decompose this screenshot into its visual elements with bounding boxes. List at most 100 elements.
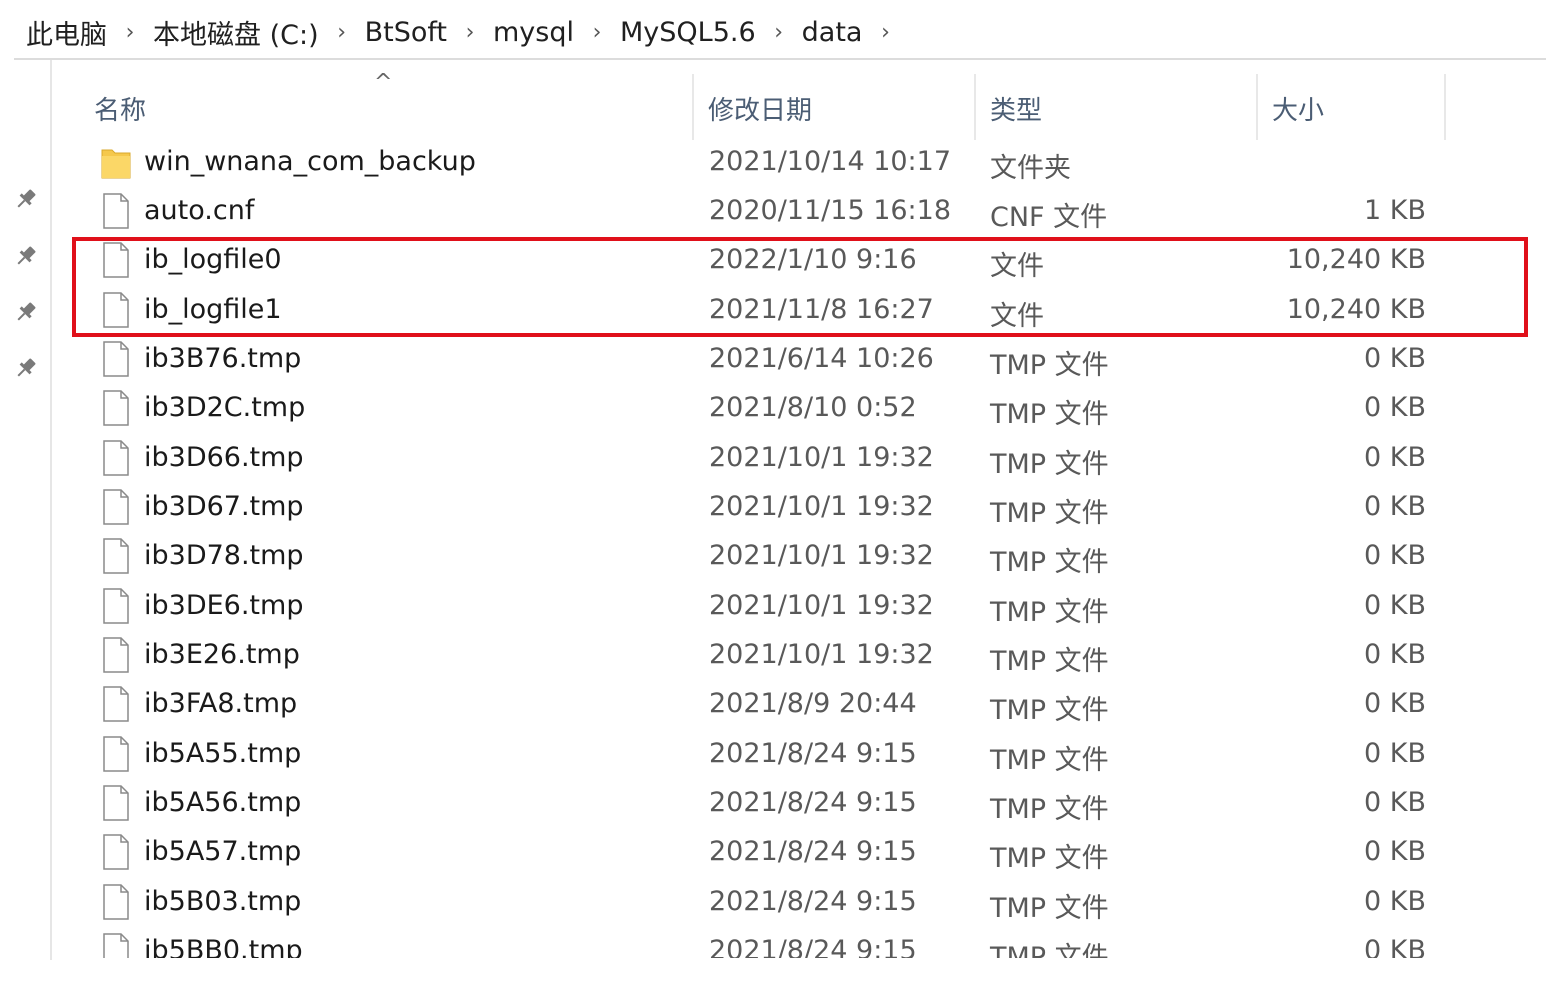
list-item[interactable]: ib_logfile1 2021/11/8 16:27 文件 10,240 KB — [52, 288, 1452, 337]
file-icon — [103, 538, 129, 574]
file-modified-date: 2021/8/24 9:15 — [709, 836, 917, 867]
list-item[interactable]: win_wnana_com_backup 2021/10/14 10:17 文件… — [52, 140, 1452, 189]
column-header-name[interactable]: 名称 — [94, 78, 674, 138]
file-modified-date: 2021/10/1 19:32 — [709, 491, 934, 522]
file-icon — [103, 341, 129, 377]
chevron-right-icon[interactable]: › — [874, 20, 896, 45]
column-divider[interactable] — [974, 74, 976, 140]
chevron-right-icon[interactable]: › — [119, 20, 141, 45]
column-header-type[interactable]: 类型 — [990, 78, 1250, 138]
file-modified-date: 2021/10/1 19:32 — [709, 590, 934, 621]
file-icon — [103, 588, 129, 624]
file-name: ib3D67.tmp — [144, 491, 304, 522]
file-type: 文件 — [990, 251, 1044, 282]
chevron-right-icon[interactable]: › — [331, 20, 353, 45]
breadcrumb-item-this-pc[interactable]: 此电脑 — [14, 12, 119, 52]
file-size: 0 KB — [1364, 639, 1426, 670]
file-size: 0 KB — [1364, 540, 1426, 571]
file-size: 0 KB — [1364, 442, 1426, 473]
file-size: 0 KB — [1364, 491, 1426, 522]
file-modified-date: 2021/8/10 0:52 — [709, 392, 917, 423]
list-item[interactable]: auto.cnf 2020/11/15 16:18 CNF 文件 1 KB — [52, 189, 1452, 238]
file-size: 1 KB — [1364, 195, 1426, 226]
file-list: win_wnana_com_backup 2021/10/14 10:17 文件… — [52, 140, 1546, 958]
breadcrumb-item-mysql56[interactable]: MySQL5.6 — [608, 12, 768, 52]
file-size: 0 KB — [1364, 836, 1426, 867]
list-item[interactable]: ib5BB0.tmp 2021/8/24 9:15 TMP 文件 0 KB — [52, 929, 1452, 958]
column-divider[interactable] — [1256, 74, 1258, 140]
column-divider[interactable] — [1444, 74, 1446, 140]
list-item[interactable]: ib5B03.tmp 2021/8/24 9:15 TMP 文件 0 KB — [52, 880, 1452, 929]
pin-icon[interactable] — [12, 354, 40, 382]
file-modified-date: 2021/8/9 20:44 — [709, 688, 917, 719]
breadcrumb-item-data[interactable]: data — [790, 12, 875, 52]
navigation-pane — [0, 60, 52, 960]
file-modified-date: 2021/6/14 10:26 — [709, 343, 934, 374]
file-name: ib5A57.tmp — [144, 836, 302, 867]
file-icon — [103, 785, 129, 821]
list-item[interactable]: ib3D78.tmp 2021/10/1 19:32 TMP 文件 0 KB — [52, 534, 1452, 583]
breadcrumb-item-btsoft[interactable]: BtSoft — [353, 12, 459, 52]
column-header-date[interactable]: 修改日期 — [708, 78, 968, 138]
file-name: ib_logfile1 — [144, 294, 282, 325]
list-item[interactable]: ib3D67.tmp 2021/10/1 19:32 TMP 文件 0 KB — [52, 485, 1452, 534]
file-type: 文件 — [990, 301, 1044, 332]
file-type: TMP 文件 — [990, 498, 1109, 529]
file-type: TMP 文件 — [990, 547, 1109, 578]
file-type: TMP 文件 — [990, 794, 1109, 825]
file-type: TMP 文件 — [990, 942, 1109, 958]
file-type: TMP 文件 — [990, 646, 1109, 677]
file-icon — [103, 193, 129, 229]
chevron-right-icon[interactable]: › — [459, 20, 481, 45]
chevron-right-icon[interactable]: › — [768, 20, 790, 45]
list-item[interactable]: ib5A55.tmp 2021/8/24 9:15 TMP 文件 0 KB — [52, 732, 1452, 781]
file-name: ib5B03.tmp — [144, 886, 302, 917]
file-icon — [103, 242, 129, 278]
breadcrumb-item-local-disk[interactable]: 本地磁盘 (C:) — [141, 12, 331, 52]
file-modified-date: 2021/8/24 9:15 — [709, 886, 917, 917]
list-item[interactable]: ib_logfile0 2022/1/10 9:16 文件 10,240 KB — [52, 238, 1452, 287]
list-item[interactable]: ib3FA8.tmp 2021/8/9 20:44 TMP 文件 0 KB — [52, 682, 1452, 731]
list-item[interactable]: ib3DE6.tmp 2021/10/1 19:32 TMP 文件 0 KB — [52, 584, 1452, 633]
file-modified-date: 2021/10/1 19:32 — [709, 639, 934, 670]
file-type: TMP 文件 — [990, 843, 1109, 874]
file-modified-date: 2021/8/24 9:15 — [709, 738, 917, 769]
file-size: 0 KB — [1364, 688, 1426, 719]
file-icon — [103, 637, 129, 673]
breadcrumb-item-mysql[interactable]: mysql — [481, 12, 586, 52]
pin-icon[interactable] — [12, 298, 40, 326]
file-explorer-window: 此电脑 › 本地磁盘 (C:) › BtSoft › mysql › MySQL… — [0, 0, 1546, 1002]
list-item[interactable]: ib3B76.tmp 2021/6/14 10:26 TMP 文件 0 KB — [52, 337, 1452, 386]
file-size: 0 KB — [1364, 343, 1426, 374]
breadcrumb: 此电脑 › 本地磁盘 (C:) › BtSoft › mysql › MySQL… — [14, 6, 1546, 60]
file-size: 0 KB — [1364, 590, 1426, 621]
list-item[interactable]: ib3E26.tmp 2021/10/1 19:32 TMP 文件 0 KB — [52, 633, 1452, 682]
file-icon — [103, 489, 129, 525]
file-modified-date: 2021/10/14 10:17 — [709, 146, 952, 177]
file-modified-date: 2021/10/1 19:32 — [709, 540, 934, 571]
file-type: TMP 文件 — [990, 695, 1109, 726]
list-item[interactable]: ib3D66.tmp 2021/10/1 19:32 TMP 文件 0 KB — [52, 436, 1452, 485]
pin-icon[interactable] — [12, 242, 40, 270]
column-header-size[interactable]: 大小 — [1272, 78, 1442, 138]
list-item[interactable]: ib5A57.tmp 2021/8/24 9:15 TMP 文件 0 KB — [52, 830, 1452, 879]
column-header-row: ^ 名称 修改日期 类型 大小 — [52, 62, 1546, 142]
pin-icon[interactable] — [12, 185, 40, 213]
file-icon — [103, 440, 129, 476]
column-divider[interactable] — [692, 74, 694, 140]
file-type: TMP 文件 — [990, 350, 1109, 381]
file-icon — [103, 834, 129, 870]
file-size: 0 KB — [1364, 935, 1426, 958]
file-name: ib3D66.tmp — [144, 442, 304, 473]
file-icon — [103, 736, 129, 772]
list-item[interactable]: ib5A56.tmp 2021/8/24 9:15 TMP 文件 0 KB — [52, 781, 1452, 830]
file-size: 10,240 KB — [1286, 294, 1426, 325]
file-name: ib3E26.tmp — [144, 639, 300, 670]
file-name: win_wnana_com_backup — [144, 146, 476, 177]
file-size: 0 KB — [1364, 738, 1426, 769]
chevron-right-icon[interactable]: › — [586, 20, 608, 45]
file-name: ib3DE6.tmp — [144, 590, 304, 621]
file-type: TMP 文件 — [990, 597, 1109, 628]
file-icon — [103, 933, 129, 958]
list-item[interactable]: ib3D2C.tmp 2021/8/10 0:52 TMP 文件 0 KB — [52, 386, 1452, 435]
